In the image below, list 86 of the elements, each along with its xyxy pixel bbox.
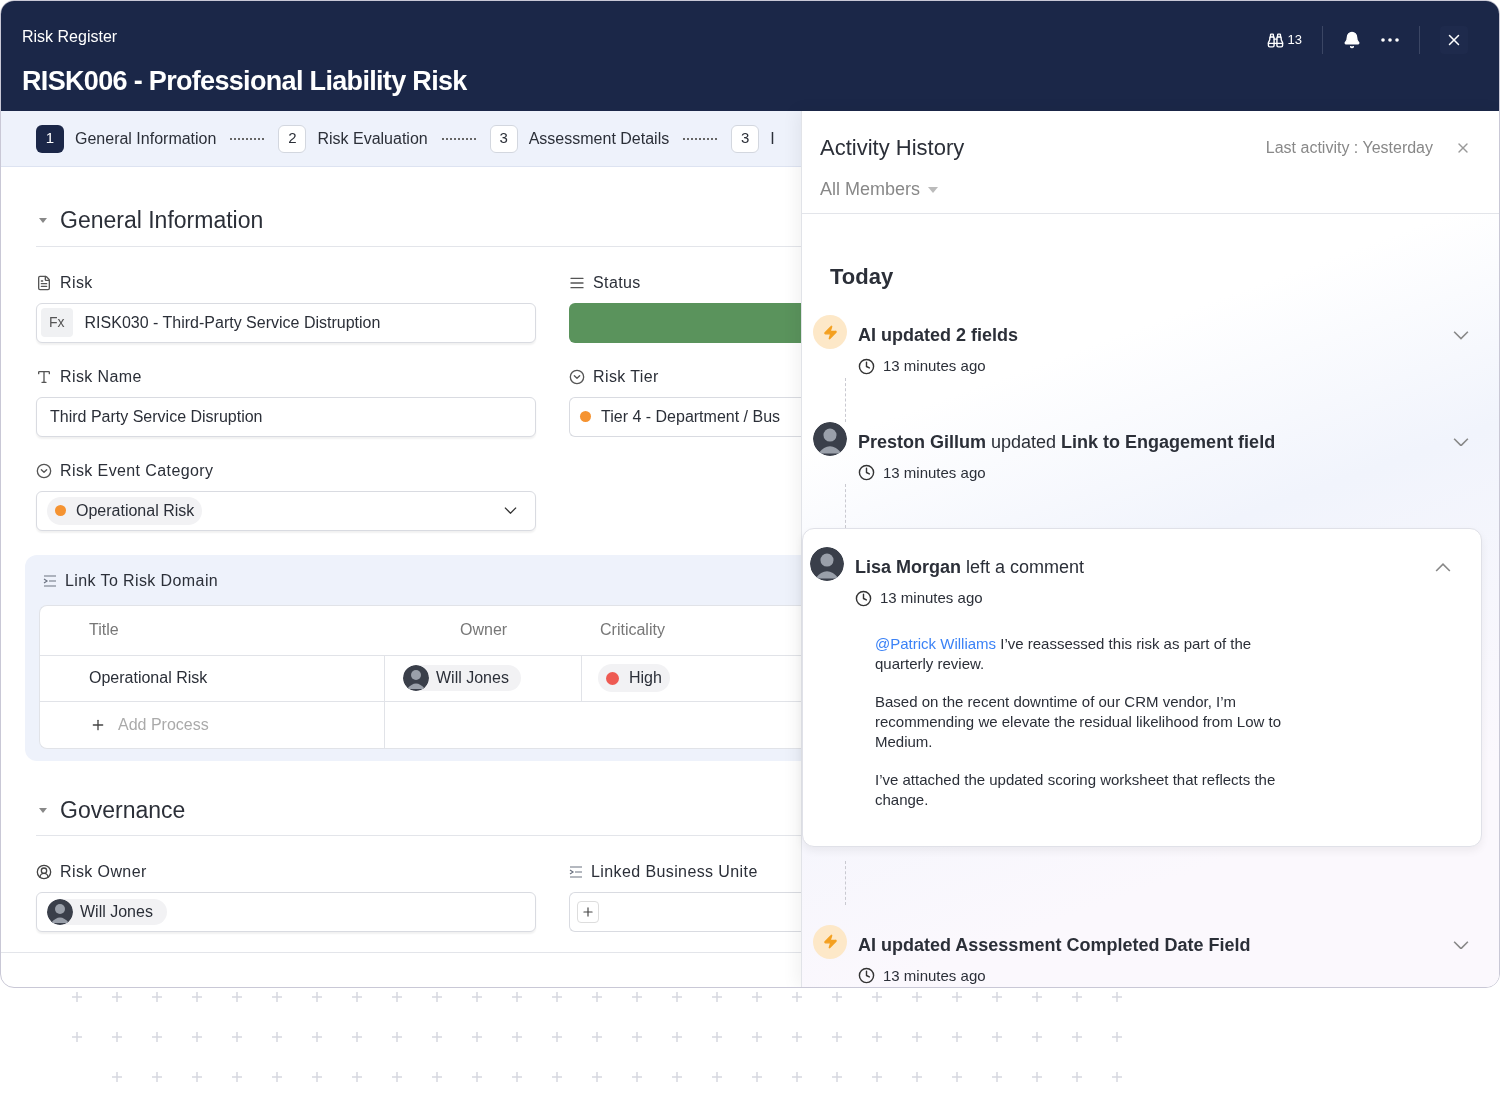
risk-field[interactable]: Fx RISK030 - Third-Party Service Distruption — [36, 302, 536, 343]
activity-title: Preston Gillum updated Link to Engagement field — [858, 430, 1277, 454]
user-circle-icon — [36, 864, 52, 880]
field-label: Risk — [60, 272, 93, 293]
status-bar[interactable] — [569, 302, 801, 343]
risk-name-field[interactable]: Third Party Service Disruption — [36, 396, 536, 437]
clock-icon — [855, 589, 872, 607]
category-dropdown[interactable]: Operational Risk — [36, 490, 536, 531]
avatar — [810, 547, 844, 581]
chevron-down-icon — [1453, 437, 1469, 447]
step-tab[interactable]: 1 General Information — [36, 124, 217, 153]
section-heading: Governance — [60, 795, 186, 825]
add-button[interactable] — [577, 901, 599, 923]
caret-down-icon — [928, 186, 939, 193]
document-icon — [36, 274, 52, 291]
column-header: Owner — [459, 620, 509, 640]
risk-owner-field[interactable]: Will Jones — [36, 892, 536, 932]
formula-tag: Fx — [41, 308, 73, 337]
activity-time: 13 minutes ago — [883, 356, 986, 376]
risk-tier-field[interactable]: Tier 4 - Department / Bus — [569, 396, 801, 437]
chevron-down-icon — [504, 506, 517, 515]
step-number: 3 — [489, 124, 518, 153]
comment-paragraph: I’ve attached the updated scoring worksheet that reflects the change. — [875, 769, 1277, 810]
members-filter[interactable]: All Members — [820, 176, 939, 203]
chevron-up-icon — [1435, 563, 1451, 572]
clock-icon — [858, 967, 875, 985]
lightning-icon — [813, 315, 847, 349]
close-button[interactable] — [1440, 26, 1468, 54]
field-label: Linked Business Unite — [591, 862, 758, 882]
table-cell: Operational Risk — [40, 655, 385, 701]
chevron-down-icon — [1453, 331, 1469, 340]
avatar — [403, 665, 429, 691]
clock-icon — [858, 464, 875, 482]
avatar — [47, 899, 73, 925]
plus-icon — [581, 905, 595, 919]
chip-label: Will Jones — [436, 668, 509, 688]
text-icon — [36, 368, 52, 385]
panel-title: Activity History — [820, 134, 965, 162]
comment-paragraph: Based on the recent downtime of our CRM vendor, I’m recommending we elevate the residual likelihood from Low to Medium. — [875, 691, 1283, 752]
expand-button[interactable] — [1453, 940, 1469, 950]
indent-icon — [43, 573, 57, 588]
breadcrumb[interactable]: Risk Register — [22, 25, 467, 49]
step-number: 3 — [731, 124, 760, 153]
chevron-down-icon — [1453, 940, 1469, 950]
step-number: 2 — [278, 124, 307, 153]
field-label: Risk Name — [60, 366, 142, 387]
column-header: Criticality — [599, 620, 666, 640]
chevron-circle-icon — [36, 462, 52, 479]
record-title: RISK006 - Professional Liability Risk — [22, 65, 467, 98]
group-heading: Today — [830, 264, 894, 289]
section-heading: General Information — [60, 206, 264, 235]
comment-paragraph: @Patrick Williams I’ve reassessed this risk as part of the quarterly review. — [875, 633, 1253, 674]
activity-title: AI updated 2 fields — [858, 324, 1020, 347]
field-label: Risk Owner — [60, 862, 147, 882]
activity-time: 13 minutes ago — [883, 965, 986, 986]
last-activity: Last activity : Yesterday — [1265, 137, 1433, 158]
clock-icon — [858, 357, 875, 375]
avatar — [813, 421, 847, 456]
binoculars-icon — [1266, 31, 1284, 49]
collapse-button[interactable] — [1435, 563, 1451, 572]
chip-label: Operational Risk — [76, 500, 195, 521]
step-tab[interactable]: 2 Risk Evaluation — [278, 124, 428, 153]
column-header: Title — [88, 620, 120, 640]
activity-time: 13 minutes ago — [883, 462, 986, 483]
expand-button[interactable] — [1453, 437, 1469, 447]
mention-link[interactable]: @Patrick Williams — [875, 634, 997, 652]
activity-title: AI updated Assessment Completed Date Field — [858, 933, 1252, 957]
chevron-circle-icon — [569, 368, 585, 385]
activity-title: Lisa Morgan left a comment — [855, 556, 1086, 579]
field-label: Status — [593, 272, 641, 293]
expand-button[interactable] — [1453, 331, 1469, 340]
field-value: Tier 4 - Department / Bus — [601, 406, 781, 427]
lightning-icon — [813, 924, 847, 959]
field-label: Risk Tier — [593, 366, 659, 387]
field-value: RISK030 - Third-Party Service Distruption — [84, 312, 381, 333]
watchers-button[interactable]: 13 — [1266, 26, 1302, 54]
ellipsis-icon — [1381, 38, 1399, 42]
activity-time: 13 minutes ago — [880, 588, 983, 608]
indent-icon — [569, 865, 583, 879]
chip-label: Will Jones — [80, 902, 153, 922]
chip-label: High — [629, 668, 662, 688]
step-number: 1 — [36, 124, 64, 153]
field-label: Link To Risk Domain — [65, 570, 219, 591]
step-tab[interactable]: 3 Assessment Details — [489, 124, 670, 153]
step-tab[interactable]: 3 I — [731, 124, 775, 153]
field-label: Risk Event Category — [60, 460, 214, 481]
